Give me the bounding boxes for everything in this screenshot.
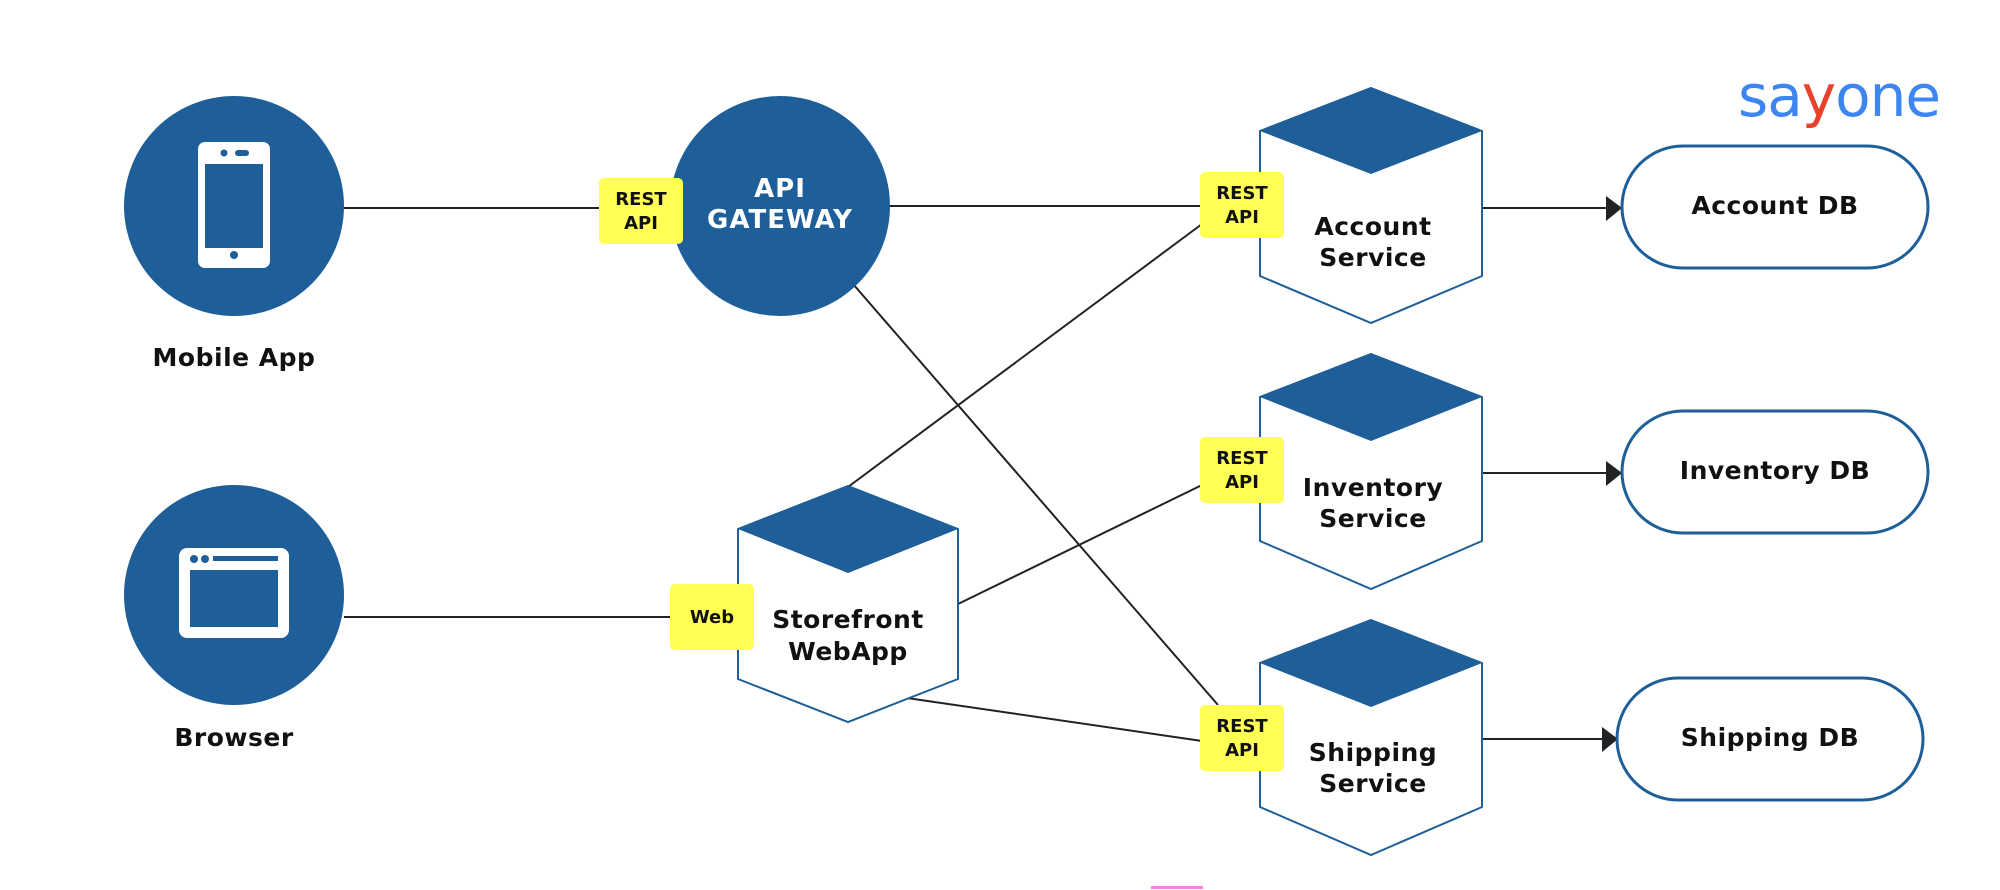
client-label-mobile: Mobile App — [153, 343, 316, 372]
service-inventory[interactable]: Inventory Service — [1259, 352, 1483, 591]
badge-gateway-rest-api: REST API — [599, 178, 683, 244]
db-account[interactable]: Account DB — [1620, 144, 1930, 270]
connector-storefront-shipping — [899, 696, 1203, 742]
shipping-db-label: Shipping DB — [1681, 723, 1859, 752]
client-mobile[interactable]: Mobile App — [124, 96, 344, 372]
inventory-label-line2: Service — [1319, 504, 1426, 533]
badge-storefront-web: Web — [670, 584, 754, 650]
pink-underline-mark — [1151, 886, 1203, 889]
badge-account-rest-api: REST API — [1200, 172, 1284, 238]
client-label-browser: Browser — [174, 723, 293, 752]
badge-web-text: Web — [690, 607, 734, 628]
logo-text-pre: sa — [1738, 62, 1803, 130]
inventory-label-line1: Inventory — [1303, 473, 1443, 502]
account-label-line1: Account — [1314, 212, 1431, 241]
storefront-label-line2: WebApp — [788, 637, 908, 666]
gateway-label-line2: GATEWAY — [707, 205, 853, 235]
architecture-diagram: Mobile App Browser API GATEWAY REST API … — [124, 86, 1930, 857]
storefront-label-line1: Storefront — [772, 605, 924, 634]
badge-text-line2: API — [1225, 207, 1259, 228]
shipping-label-line1: Shipping — [1309, 738, 1437, 767]
db-shipping[interactable]: Shipping DB — [1615, 676, 1925, 802]
browser-window-icon — [179, 548, 289, 638]
service-account[interactable]: Account Service — [1259, 86, 1483, 325]
shipping-label-line2: Service — [1319, 769, 1426, 798]
connector-storefront-account — [847, 223, 1203, 488]
badge-text-line2: API — [1225, 472, 1259, 493]
badge-text-line2: API — [1225, 740, 1259, 761]
badge-text-line1: REST — [615, 189, 667, 210]
badge-inventory-rest-api: REST API — [1200, 437, 1284, 503]
logo-text-accent: y — [1801, 62, 1836, 130]
arrowhead-account-db — [1606, 196, 1622, 221]
badge-text-line1: REST — [1216, 716, 1268, 737]
smartphone-icon — [198, 142, 270, 268]
service-shipping[interactable]: Shipping Service — [1259, 618, 1483, 857]
storefront-webapp-node[interactable]: Storefront WebApp — [737, 484, 959, 724]
badge-shipping-rest-api: REST API — [1200, 705, 1284, 771]
client-browser[interactable]: Browser — [124, 485, 344, 752]
badge-text-line1: REST — [1216, 448, 1268, 469]
gateway-label-line1: API — [754, 174, 806, 204]
connector-storefront-inventory — [957, 484, 1203, 605]
arrowhead-inventory-db — [1606, 461, 1622, 486]
db-inventory[interactable]: Inventory DB — [1620, 409, 1930, 535]
api-gateway-node[interactable]: API GATEWAY — [670, 96, 890, 316]
badge-text-line2: API — [624, 213, 658, 234]
logo-text-post: one — [1835, 62, 1941, 130]
inventory-db-label: Inventory DB — [1680, 456, 1870, 485]
badge-text-line1: REST — [1216, 183, 1268, 204]
account-label-line2: Service — [1319, 243, 1426, 272]
sayone-logo: sayone — [1738, 62, 1941, 130]
account-db-label: Account DB — [1691, 191, 1858, 220]
